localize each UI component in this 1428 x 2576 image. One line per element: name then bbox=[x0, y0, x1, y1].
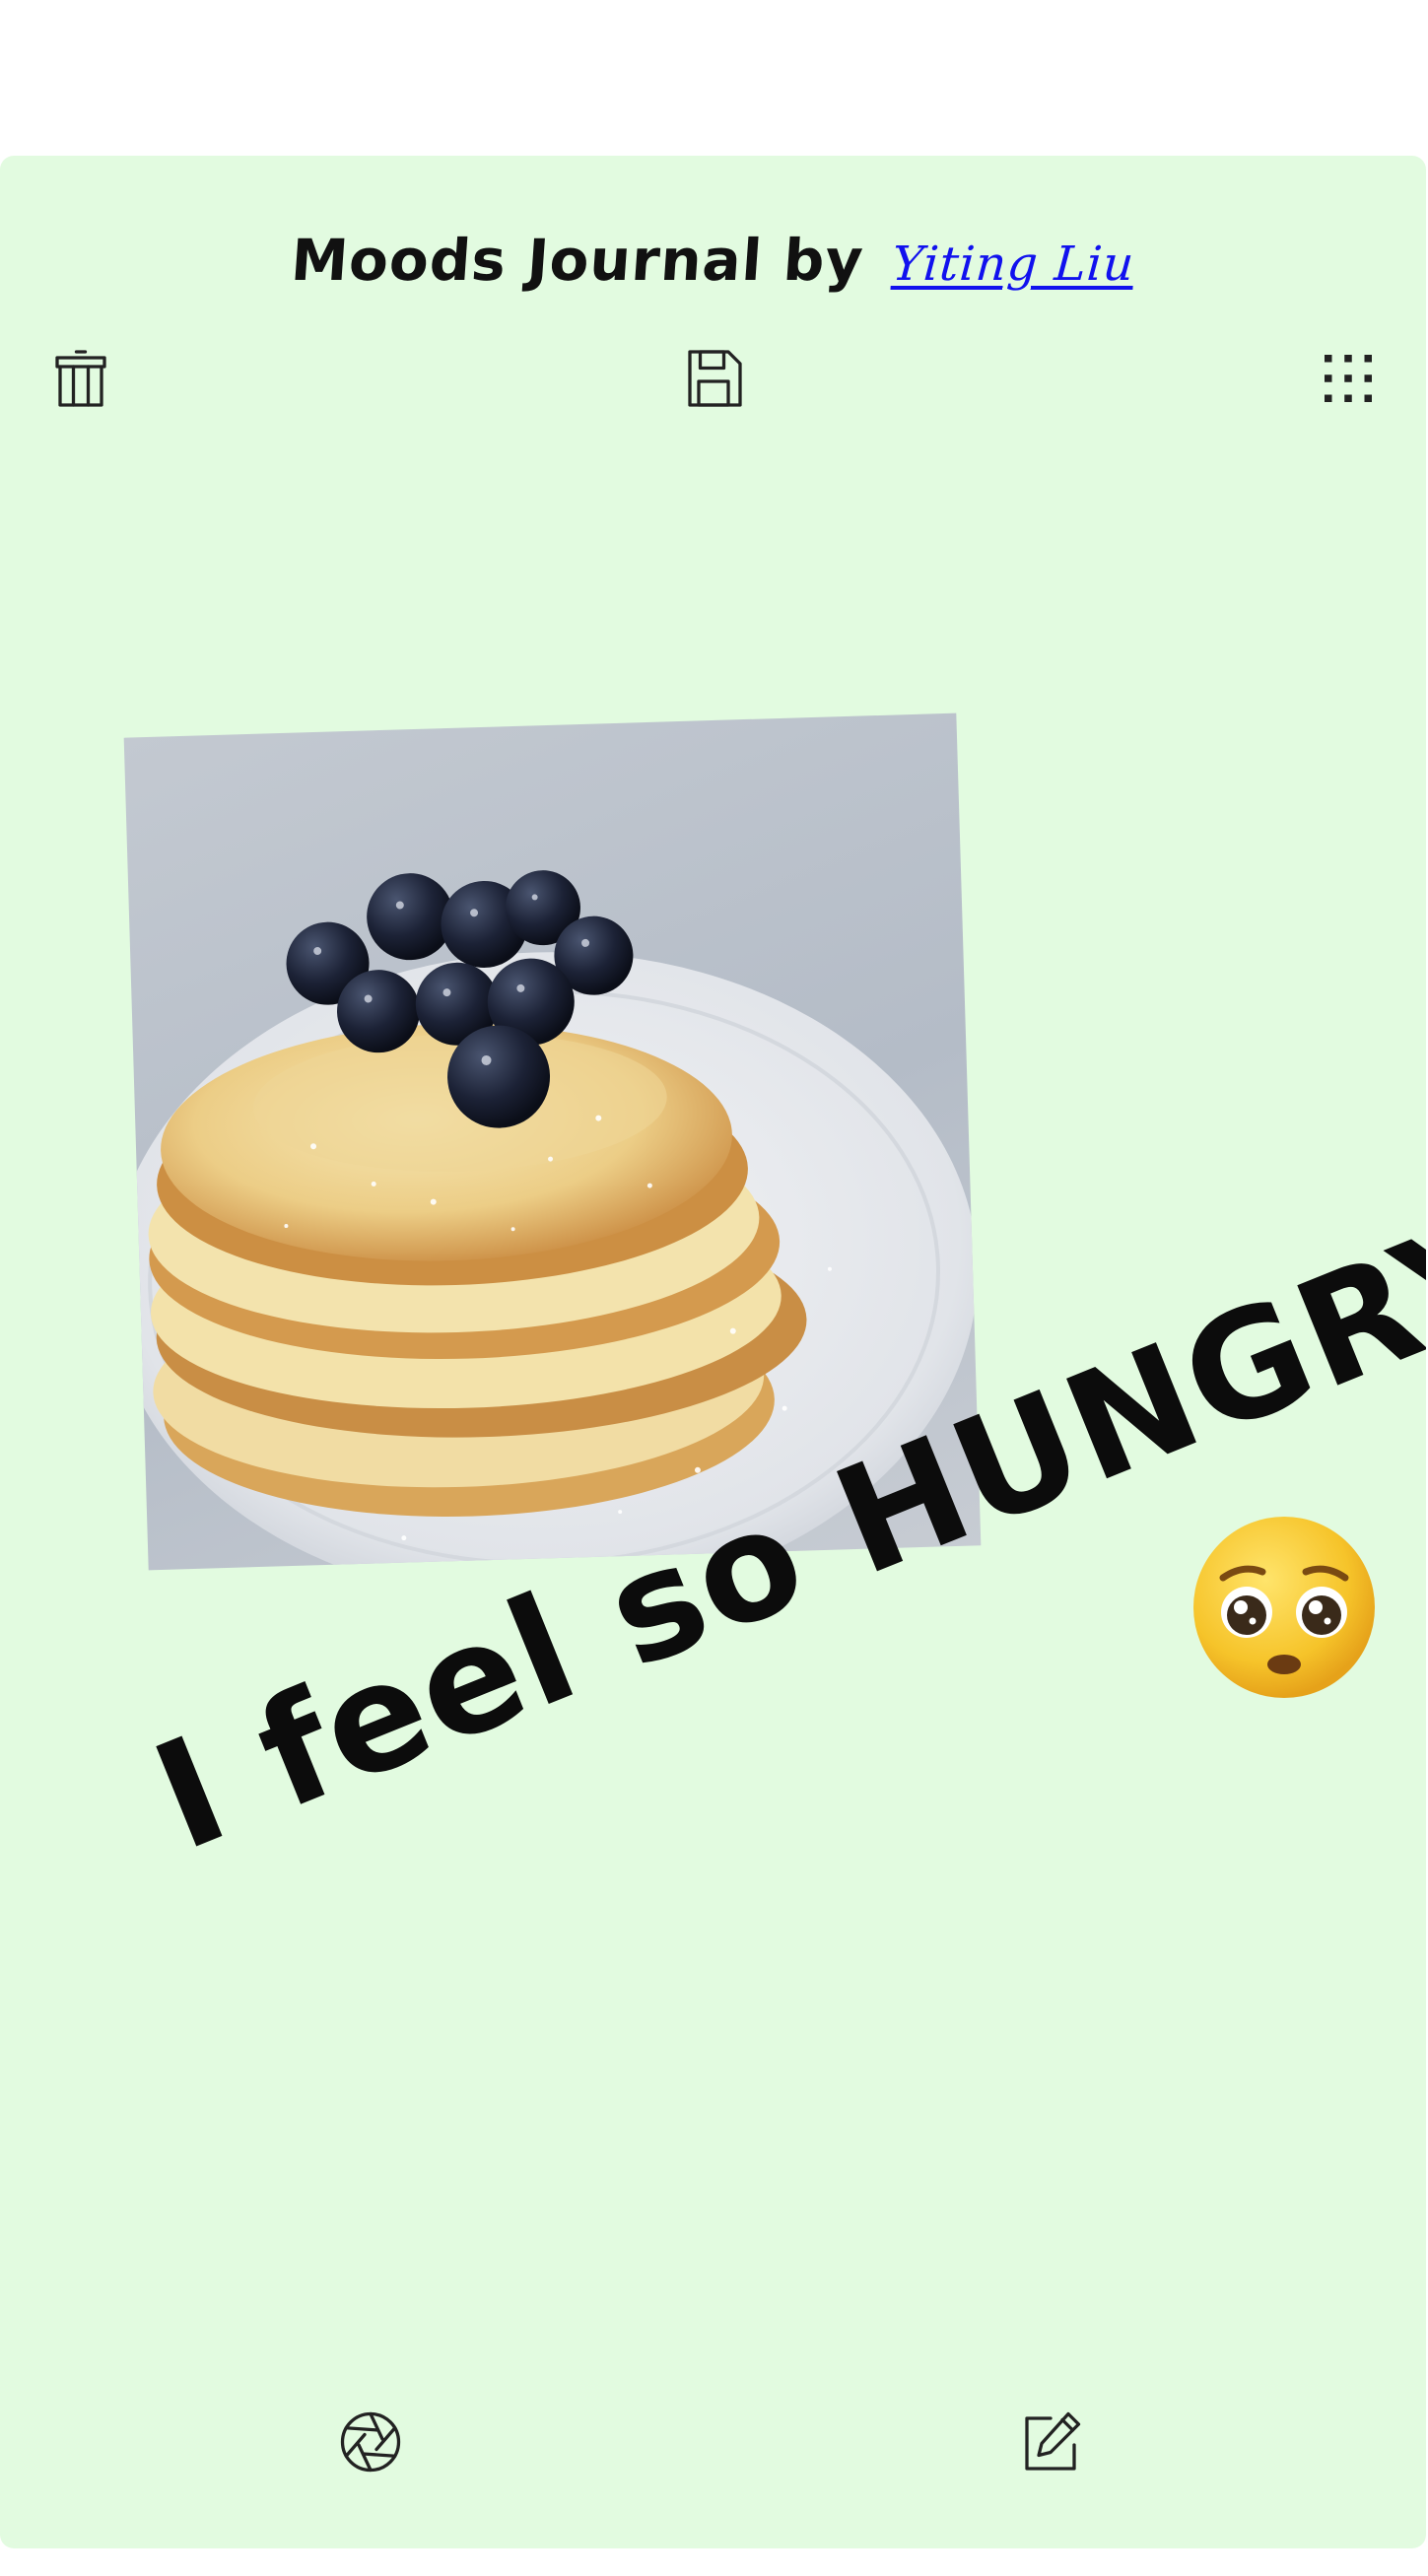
author-link[interactable]: Yiting Liu bbox=[890, 237, 1136, 292]
edit-note-icon bbox=[1025, 2411, 1081, 2471]
menu-grid-button[interactable] bbox=[1311, 341, 1386, 416]
title-prefix: Moods Journal by bbox=[289, 227, 866, 294]
floppy-disk-icon bbox=[688, 350, 742, 407]
trash-icon bbox=[55, 350, 106, 407]
camera-button[interactable] bbox=[333, 2405, 408, 2479]
edit-button[interactable] bbox=[1013, 2405, 1088, 2479]
grid-dots-icon bbox=[1325, 355, 1372, 402]
pleading-face-icon bbox=[1193, 1517, 1375, 1698]
page-title: Moods Journal by Yiting Liu bbox=[0, 227, 1426, 294]
delete-button[interactable] bbox=[43, 341, 118, 416]
pleading-face-emoji[interactable] bbox=[1186, 1509, 1383, 1706]
save-button[interactable] bbox=[676, 341, 751, 416]
journal-card: Moods Journal by Yiting Liu I feel so HU… bbox=[0, 156, 1426, 2548]
camera-aperture-icon bbox=[340, 2411, 401, 2473]
